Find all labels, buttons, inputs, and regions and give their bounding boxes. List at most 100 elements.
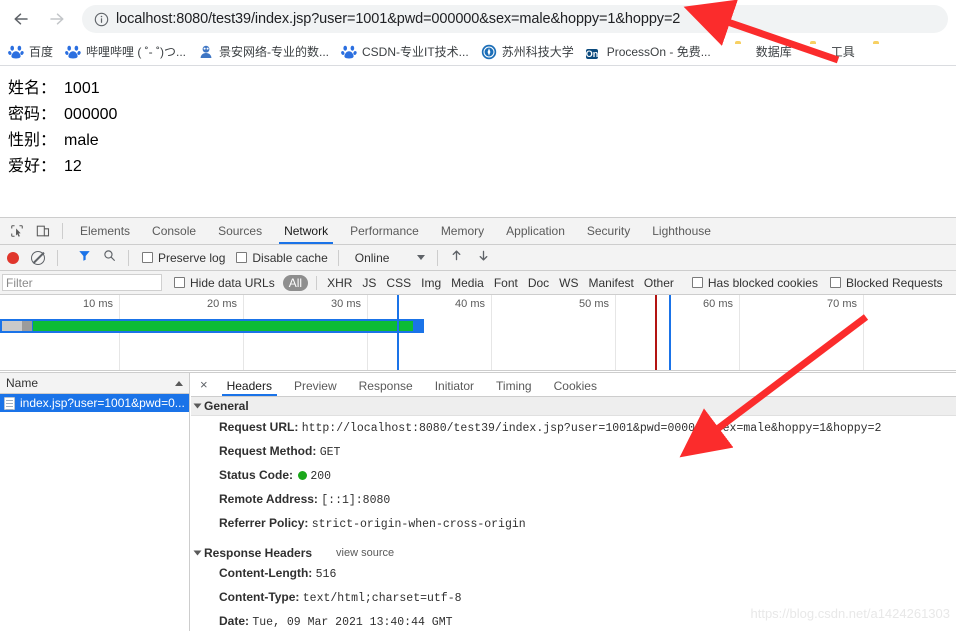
detail-tab-cookies[interactable]: Cookies bbox=[543, 373, 608, 396]
detail-row: Content-Length: 516 bbox=[191, 562, 956, 586]
info-circle-icon[interactable] bbox=[86, 5, 116, 33]
detail-tab-preview[interactable]: Preview bbox=[283, 373, 348, 396]
close-icon[interactable]: × bbox=[191, 377, 216, 392]
sort-ascending-icon[interactable] bbox=[175, 380, 183, 386]
overview-tick-label: 10 ms bbox=[83, 298, 113, 310]
bookmark-item[interactable]: 百度 bbox=[4, 42, 57, 62]
network-overview[interactable]: 10 ms 20 ms 30 ms 40 ms 50 ms 60 ms 70 m… bbox=[0, 295, 956, 371]
filter-type-other[interactable]: Other bbox=[644, 276, 674, 290]
overview-request-bar bbox=[0, 319, 424, 333]
filter-type-xhr[interactable]: XHR bbox=[327, 276, 352, 290]
checkbox-box[interactable] bbox=[174, 277, 185, 288]
browser-toolbar: localhost:8080/test39/index.jsp?user=100… bbox=[0, 0, 956, 38]
bookmark-label: 工具 bbox=[830, 45, 855, 59]
bookmark-item[interactable]: 哔哩哔哩 ( ˚- ˚)つ... bbox=[61, 42, 190, 62]
filter-input[interactable]: Filter bbox=[2, 274, 162, 291]
checkbox-box[interactable] bbox=[691, 277, 703, 288]
throttling-select[interactable]: Online bbox=[355, 251, 390, 265]
filter-type-ws[interactable]: WS bbox=[559, 276, 578, 290]
page-row-value: 12 bbox=[64, 158, 82, 175]
detail-key: Remote Address: bbox=[219, 492, 318, 506]
filter-type-media[interactable]: Media bbox=[451, 276, 484, 290]
funnel-icon[interactable] bbox=[78, 249, 91, 267]
bookmark-label: ProcessOn - 免费... bbox=[606, 45, 711, 59]
back-button[interactable] bbox=[6, 4, 36, 34]
overview-tick-label: 60 ms bbox=[703, 298, 733, 310]
divider bbox=[57, 249, 58, 266]
request-list-header[interactable]: Name bbox=[0, 373, 189, 394]
baidu-paw-icon bbox=[65, 44, 81, 60]
detail-value: Tue, 09 Mar 2021 13:40:44 GMT bbox=[252, 616, 453, 629]
bookmark-item[interactable]: CSDN-专业IT技术... bbox=[337, 42, 473, 62]
bookmark-item[interactable]: 景安网络-专业的数... bbox=[194, 42, 333, 62]
filter-type-img[interactable]: Img bbox=[421, 276, 441, 290]
overview-tick-label: 40 ms bbox=[455, 298, 485, 310]
preserve-log-checkbox[interactable]: Preserve log bbox=[142, 251, 225, 265]
toggle-device-toolbar-icon[interactable] bbox=[30, 218, 56, 244]
checkbox-box[interactable] bbox=[142, 252, 153, 263]
detail-row: Referrer Policy: strict-origin-when-cros… bbox=[191, 512, 956, 536]
site-icon bbox=[198, 44, 214, 60]
detail-tab-headers[interactable]: Headers bbox=[216, 373, 283, 396]
chevron-down-icon[interactable] bbox=[193, 550, 202, 555]
devtools-tab-memory[interactable]: Memory bbox=[430, 218, 495, 244]
devtools-tab-application[interactable]: Application bbox=[495, 218, 576, 244]
view-source-link[interactable]: view source bbox=[336, 547, 394, 559]
devtools-tab-console[interactable]: Console bbox=[141, 218, 207, 244]
bookmark-item[interactable]: On ProcessOn - 免费... bbox=[582, 42, 715, 62]
detail-key: Request URL: bbox=[219, 420, 299, 434]
record-button[interactable] bbox=[7, 251, 19, 264]
filter-type-css[interactable]: CSS bbox=[386, 276, 411, 290]
general-section-header[interactable]: General bbox=[191, 397, 956, 416]
devtools-tab-performance[interactable]: Performance bbox=[339, 218, 430, 244]
page-row-value: 000000 bbox=[64, 106, 118, 123]
inspect-element-icon[interactable] bbox=[4, 218, 30, 244]
disable-cache-checkbox[interactable]: Disable cache bbox=[236, 251, 328, 265]
filter-type-manifest[interactable]: Manifest bbox=[589, 276, 634, 290]
filter-type-js[interactable]: JS bbox=[362, 276, 376, 290]
checkbox-box[interactable] bbox=[829, 277, 841, 288]
response-headers-section-header[interactable]: Response Headers view source bbox=[191, 543, 956, 562]
detail-value: [::1]:8080 bbox=[321, 494, 391, 507]
bookmark-item[interactable]: 苏州科技大学 bbox=[477, 42, 578, 62]
chevron-down-icon[interactable] bbox=[193, 403, 202, 409]
table-row[interactable]: index.jsp?user=1001&pwd=0... bbox=[0, 394, 189, 412]
export-har-icon[interactable] bbox=[477, 249, 490, 267]
clear-icon[interactable] bbox=[31, 250, 45, 265]
page-row-label: 爱好： bbox=[8, 158, 57, 175]
general-section-title: General bbox=[204, 399, 249, 413]
address-bar-url[interactable]: localhost:8080/test39/index.jsp?user=100… bbox=[116, 11, 680, 27]
detail-value: 200 bbox=[310, 470, 332, 483]
bookmark-folder[interactable] bbox=[869, 42, 898, 62]
filter-type-font[interactable]: Font bbox=[494, 276, 518, 290]
detail-value: http://localhost:8080/test39/index.jsp?u… bbox=[301, 422, 882, 435]
overview-tick-label: 30 ms bbox=[331, 298, 361, 310]
bookmark-folder[interactable]: 工具 bbox=[806, 42, 859, 62]
detail-tab-response[interactable]: Response bbox=[348, 373, 424, 396]
folder-icon bbox=[735, 44, 751, 60]
chevron-down-icon[interactable] bbox=[417, 255, 426, 260]
filter-type-all[interactable]: All bbox=[282, 274, 309, 291]
detail-tab-initiator[interactable]: Initiator bbox=[424, 373, 485, 396]
import-har-icon[interactable] bbox=[450, 249, 463, 267]
detail-value: text/html;charset=utf-8 bbox=[302, 592, 462, 605]
blocked-requests-checkbox[interactable]: Blocked Requests bbox=[829, 276, 943, 290]
detail-tab-timing[interactable]: Timing bbox=[485, 373, 543, 396]
search-icon[interactable] bbox=[103, 249, 116, 267]
detail-key: Referrer Policy: bbox=[219, 516, 309, 530]
devtools-tab-network[interactable]: Network bbox=[273, 218, 339, 244]
devtools-tab-lighthouse[interactable]: Lighthouse bbox=[641, 218, 722, 244]
checkbox-box[interactable] bbox=[236, 252, 248, 263]
baidu-paw-icon bbox=[8, 44, 24, 60]
devtools-tab-sources[interactable]: Sources bbox=[207, 218, 273, 244]
filter-type-doc[interactable]: Doc bbox=[528, 276, 549, 290]
browser-window: localhost:8080/test39/index.jsp?user=100… bbox=[0, 0, 956, 631]
devtools-tab-elements[interactable]: Elements bbox=[69, 218, 141, 244]
page-row: 性别： male bbox=[0, 128, 956, 154]
hide-data-urls-checkbox[interactable]: Hide data URLs bbox=[174, 276, 275, 290]
page-row-label: 姓名： bbox=[8, 80, 57, 97]
address-bar[interactable]: localhost:8080/test39/index.jsp?user=100… bbox=[82, 5, 948, 33]
devtools-tab-security[interactable]: Security bbox=[576, 218, 641, 244]
bookmark-folder[interactable]: 数据库 bbox=[731, 42, 796, 62]
has-blocked-cookies-checkbox[interactable]: Has blocked cookies bbox=[691, 276, 818, 290]
